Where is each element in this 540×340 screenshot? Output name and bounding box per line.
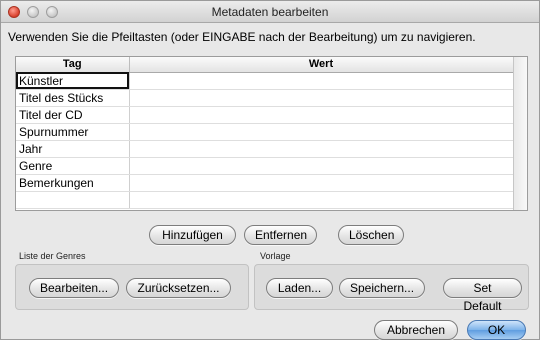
genres-group-label: Liste der Genres: [19, 251, 86, 261]
clear-button[interactable]: Löschen: [338, 225, 404, 245]
table-row[interactable]: Künstler: [16, 72, 514, 90]
tag-cell[interactable]: Spurnummer: [16, 123, 130, 141]
tag-cell[interactable]: Künstler: [16, 72, 130, 90]
metadata-dialog: Metadaten bearbeiten Verwenden Sie die P…: [0, 0, 540, 340]
tag-cell[interactable]: Bemerkungen: [16, 174, 130, 192]
value-cell[interactable]: [129, 174, 514, 192]
save-template-button[interactable]: Speichern...: [339, 278, 425, 298]
tag-cell[interactable]: Titel der CD: [16, 106, 130, 124]
title-bar: Metadaten bearbeiten: [1, 1, 539, 23]
ok-button[interactable]: OK: [467, 320, 526, 340]
tag-cell[interactable]: Genre: [16, 157, 130, 175]
tag-cell[interactable]: Titel des Stücks: [16, 89, 130, 107]
template-group-label: Vorlage: [260, 251, 291, 261]
remove-button[interactable]: Entfernen: [244, 225, 317, 245]
table-scrollbar[interactable]: [513, 57, 527, 210]
cancel-button[interactable]: Abbrechen: [374, 320, 458, 340]
load-template-button[interactable]: Laden...: [266, 278, 333, 298]
table-row[interactable]: Genre: [16, 157, 514, 175]
table-row[interactable]: Titel des Stücks: [16, 89, 514, 107]
value-cell[interactable]: [129, 140, 514, 158]
set-default-button[interactable]: Set Default: [443, 278, 522, 313]
table-row[interactable]: Jahr: [16, 140, 514, 158]
value-cell[interactable]: [129, 106, 514, 124]
value-cell[interactable]: [129, 157, 514, 175]
value-cell[interactable]: [129, 89, 514, 107]
instruction-text: Verwenden Sie die Pfeiltasten (oder EING…: [8, 30, 476, 44]
column-header-tag[interactable]: Tag: [16, 57, 130, 73]
add-button[interactable]: Hinzufügen: [149, 225, 236, 245]
table-row[interactable]: Bemerkungen: [16, 174, 514, 192]
metadata-table: Tag Wert Künstler Titel des Stücks Titel…: [15, 56, 528, 211]
reset-genres-button[interactable]: Zurücksetzen...: [126, 278, 231, 298]
value-cell[interactable]: [129, 123, 514, 141]
table-row[interactable]: Titel der CD: [16, 106, 514, 124]
tag-cell[interactable]: Jahr: [16, 140, 130, 158]
value-cell[interactable]: [129, 191, 514, 209]
value-cell[interactable]: [129, 72, 514, 90]
table-row[interactable]: Spurnummer: [16, 123, 514, 141]
tag-cell[interactable]: [16, 191, 130, 209]
window-title: Metadaten bearbeiten: [211, 5, 329, 19]
column-header-wert[interactable]: Wert: [129, 57, 514, 73]
edit-genres-button[interactable]: Bearbeiten...: [29, 278, 119, 298]
table-row[interactable]: [16, 191, 514, 209]
